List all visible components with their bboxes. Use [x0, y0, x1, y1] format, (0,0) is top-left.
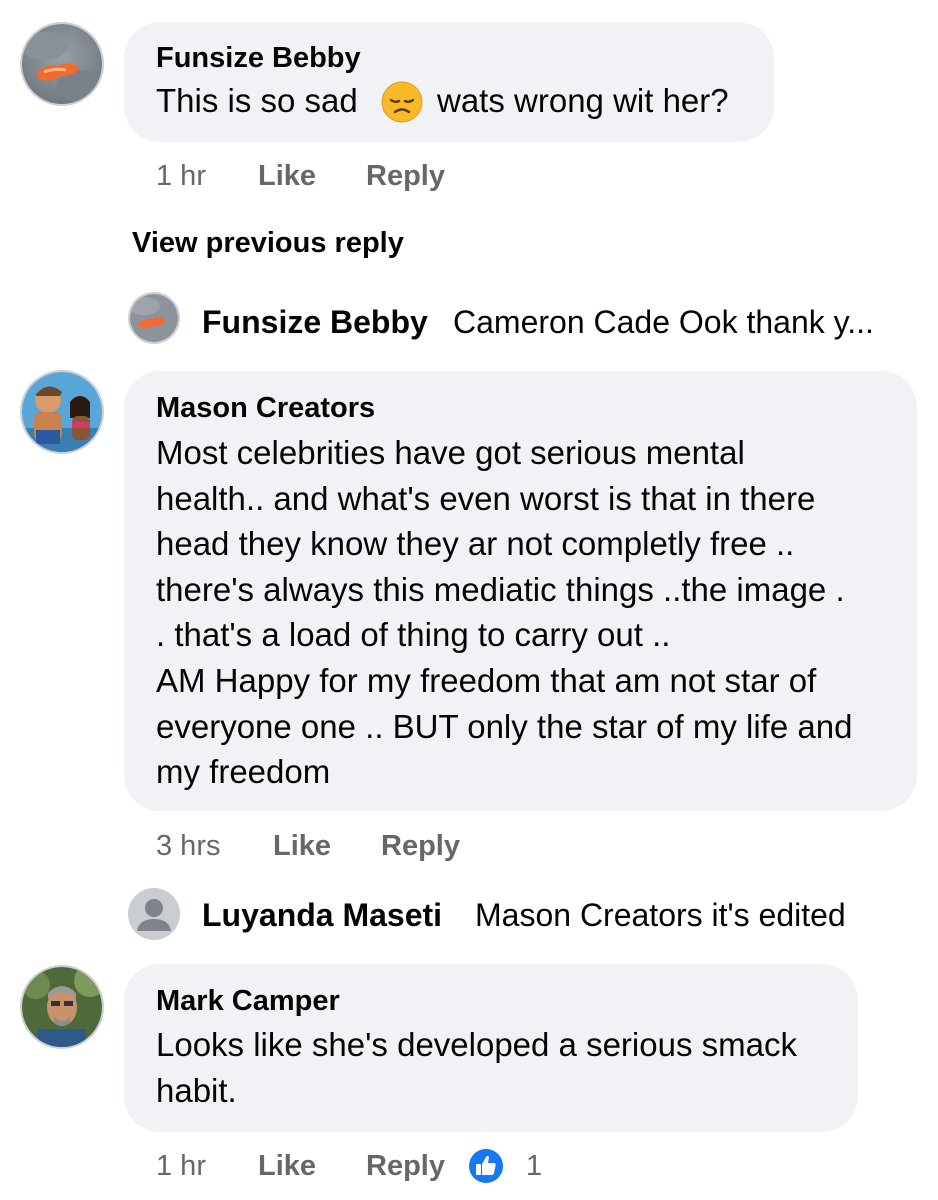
comment-text-line: Most celebrities have got serious mental: [156, 434, 745, 471]
comment-text-line: habit.: [156, 1072, 237, 1109]
like-button[interactable]: Like: [258, 1150, 316, 1183]
comment-author[interactable]: Mark Camper: [156, 985, 340, 1018]
reaction-count[interactable]: 1: [526, 1150, 542, 1183]
comment-text-line: Looks like she's developed a serious sma…: [156, 1026, 797, 1063]
avatar-funsize-bebby-small[interactable]: [128, 292, 180, 344]
comment-author[interactable]: Funsize Bebby: [156, 42, 361, 75]
comment-timestamp[interactable]: 1 hr: [156, 160, 206, 193]
comment-text-line: my freedom: [156, 753, 331, 791]
comment-text-line: everyone one .. BUT only the star of my …: [156, 707, 853, 745]
comment-timestamp[interactable]: 3 hrs: [156, 830, 220, 863]
view-previous-reply-link[interactable]: View previous reply: [132, 227, 404, 260]
disappointed-face-icon: [380, 80, 424, 124]
like-button[interactable]: Like: [258, 160, 316, 193]
reply-text[interactable]: Mason Creators it's edited: [475, 897, 846, 934]
avatar-mason-creators[interactable]: [20, 370, 104, 454]
comment-text-line: health.. and what's even worst is that i…: [156, 479, 816, 517]
default-person-icon: [137, 899, 171, 931]
avatar-mark-camper[interactable]: [20, 965, 104, 1049]
comment-text-line: there's always this mediatic things ..th…: [156, 570, 845, 608]
avatar-funsize-bebby[interactable]: [20, 22, 104, 106]
comment-text-line: AM Happy for my freedom that am not star…: [156, 662, 817, 699]
reply-author[interactable]: Funsize Bebby: [202, 304, 428, 341]
comment-timestamp[interactable]: 1 hr: [156, 1150, 206, 1183]
like-thumb-icon[interactable]: [467, 1147, 505, 1185]
avatar-luyanda-maseti[interactable]: [128, 888, 180, 940]
comment-text-line: head they know they ar not completly fre…: [156, 525, 795, 563]
comment-text: This is so sad: [156, 82, 358, 119]
comment-text: wats wrong wit her?: [437, 82, 729, 119]
reply-text[interactable]: Cameron Cade Ook thank y...: [453, 304, 874, 341]
comment-author[interactable]: Mason Creators: [156, 392, 375, 425]
comment-text-line: . that's a load of thing to carry out ..: [156, 616, 671, 654]
reply-button[interactable]: Reply: [381, 830, 460, 863]
reply-author[interactable]: Luyanda Maseti: [202, 897, 442, 934]
reply-button[interactable]: Reply: [366, 1150, 445, 1183]
like-button[interactable]: Like: [273, 830, 331, 863]
reply-button[interactable]: Reply: [366, 160, 445, 193]
